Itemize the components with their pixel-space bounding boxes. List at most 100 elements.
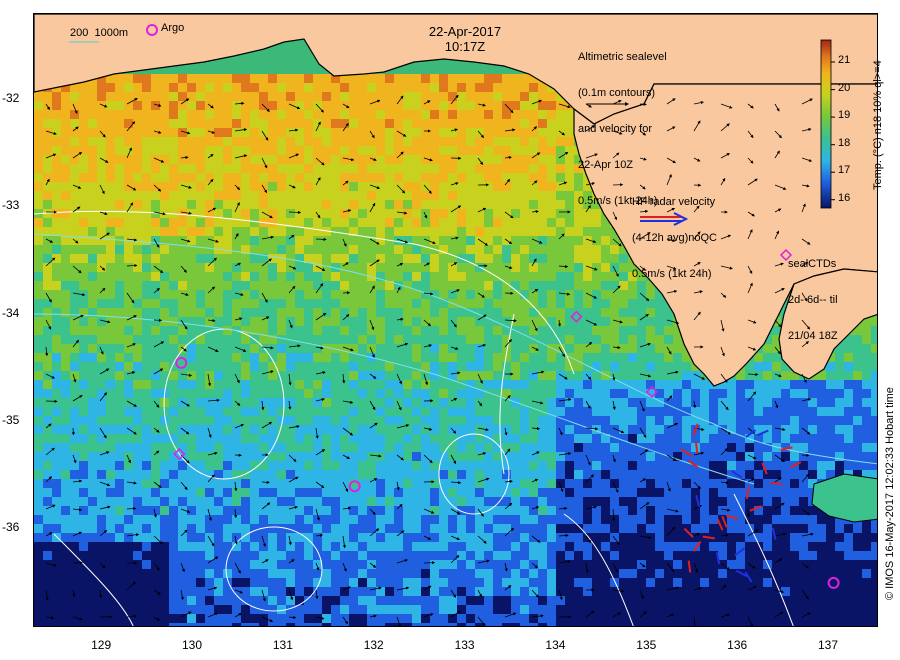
sst-cell <box>178 146 187 155</box>
sst-cell <box>106 425 115 434</box>
sst-cell <box>151 254 160 263</box>
sst-cell <box>295 236 304 245</box>
sst-cell <box>223 182 232 191</box>
sst-cell <box>574 326 583 335</box>
sst-cell <box>340 326 349 335</box>
sst-cell <box>547 335 556 344</box>
sst-cell <box>547 515 556 524</box>
sst-cell <box>862 353 871 362</box>
sst-cell <box>547 389 556 398</box>
sst-cell <box>277 308 286 317</box>
sst-cell <box>835 371 844 380</box>
sst-cell <box>475 83 484 92</box>
sst-cell <box>349 281 358 290</box>
sst-cell <box>268 344 277 353</box>
sst-cell <box>493 380 502 389</box>
sst-cell <box>349 506 358 515</box>
sst-cell <box>529 389 538 398</box>
sst-cell <box>871 335 877 344</box>
sst-cell <box>367 452 376 461</box>
sst-cell <box>304 272 313 281</box>
sst-cell <box>124 164 133 173</box>
sst-cell <box>394 308 403 317</box>
sst-cell <box>592 227 601 236</box>
sst-cell <box>259 263 268 272</box>
sst-cell <box>241 380 250 389</box>
sst-cell <box>421 407 430 416</box>
sst-cell <box>304 443 313 452</box>
sst-cell <box>457 272 466 281</box>
sst-cell <box>349 461 358 470</box>
sst-cell <box>160 200 169 209</box>
sst-cell <box>115 164 124 173</box>
sst-cell <box>619 479 628 488</box>
sst-cell <box>88 254 97 263</box>
sst-cell <box>70 407 79 416</box>
sst-cell <box>493 182 502 191</box>
sst-cell <box>349 92 358 101</box>
sst-cell <box>448 227 457 236</box>
sst-cell <box>520 497 529 506</box>
sst-cell <box>403 83 412 92</box>
sst-cell <box>259 389 268 398</box>
sst-cell <box>70 533 79 542</box>
sst-cell <box>403 488 412 497</box>
sst-cell <box>448 506 457 515</box>
sst-cell <box>187 236 196 245</box>
sst-cell <box>574 497 583 506</box>
sst-cell <box>664 461 673 470</box>
sst-cell <box>133 209 142 218</box>
sst-cell <box>340 209 349 218</box>
sst-cell <box>34 164 43 173</box>
sst-cell <box>376 308 385 317</box>
sst-cell <box>646 353 655 362</box>
sst-cell <box>574 245 583 254</box>
sst-cell <box>196 227 205 236</box>
sst-cell <box>385 155 394 164</box>
sst-cell <box>61 254 70 263</box>
sst-cell <box>331 155 340 164</box>
sst-cell <box>331 200 340 209</box>
sst-cell <box>79 209 88 218</box>
sst-cell <box>583 542 592 551</box>
sst-cell <box>358 200 367 209</box>
sst-cell <box>646 524 655 533</box>
sst-cell <box>97 92 106 101</box>
sst-cell <box>295 497 304 506</box>
sst-cell <box>736 407 745 416</box>
sst-cell <box>367 497 376 506</box>
sst-cell <box>601 272 610 281</box>
sst-cell <box>169 389 178 398</box>
sst-cell <box>763 452 772 461</box>
sst-cell <box>286 497 295 506</box>
sst-cell <box>331 389 340 398</box>
sst-cell <box>439 434 448 443</box>
sst-cell <box>313 362 322 371</box>
sst-cell <box>808 380 817 389</box>
sst-cell <box>133 407 142 416</box>
sst-cell <box>295 164 304 173</box>
sst-cell <box>556 308 565 317</box>
sst-cell <box>313 416 322 425</box>
sst-cell <box>268 533 277 542</box>
sst-cell <box>115 155 124 164</box>
sst-cell <box>349 299 358 308</box>
sst-cell <box>583 290 592 299</box>
sst-cell <box>403 524 412 533</box>
sst-cell <box>79 110 88 119</box>
sst-cell <box>754 371 763 380</box>
sst-cell <box>340 191 349 200</box>
sst-cell <box>322 209 331 218</box>
sst-cell <box>745 371 754 380</box>
sst-cell <box>169 506 178 515</box>
sst-cell <box>34 344 43 353</box>
sst-cell <box>754 515 763 524</box>
sst-cell <box>169 308 178 317</box>
sst-cell <box>367 245 376 254</box>
sst-cell <box>169 380 178 389</box>
sst-cell <box>772 515 781 524</box>
sst-cell <box>538 101 547 110</box>
sst-cell <box>358 245 367 254</box>
sst-cell <box>691 398 700 407</box>
sst-cell <box>547 434 556 443</box>
